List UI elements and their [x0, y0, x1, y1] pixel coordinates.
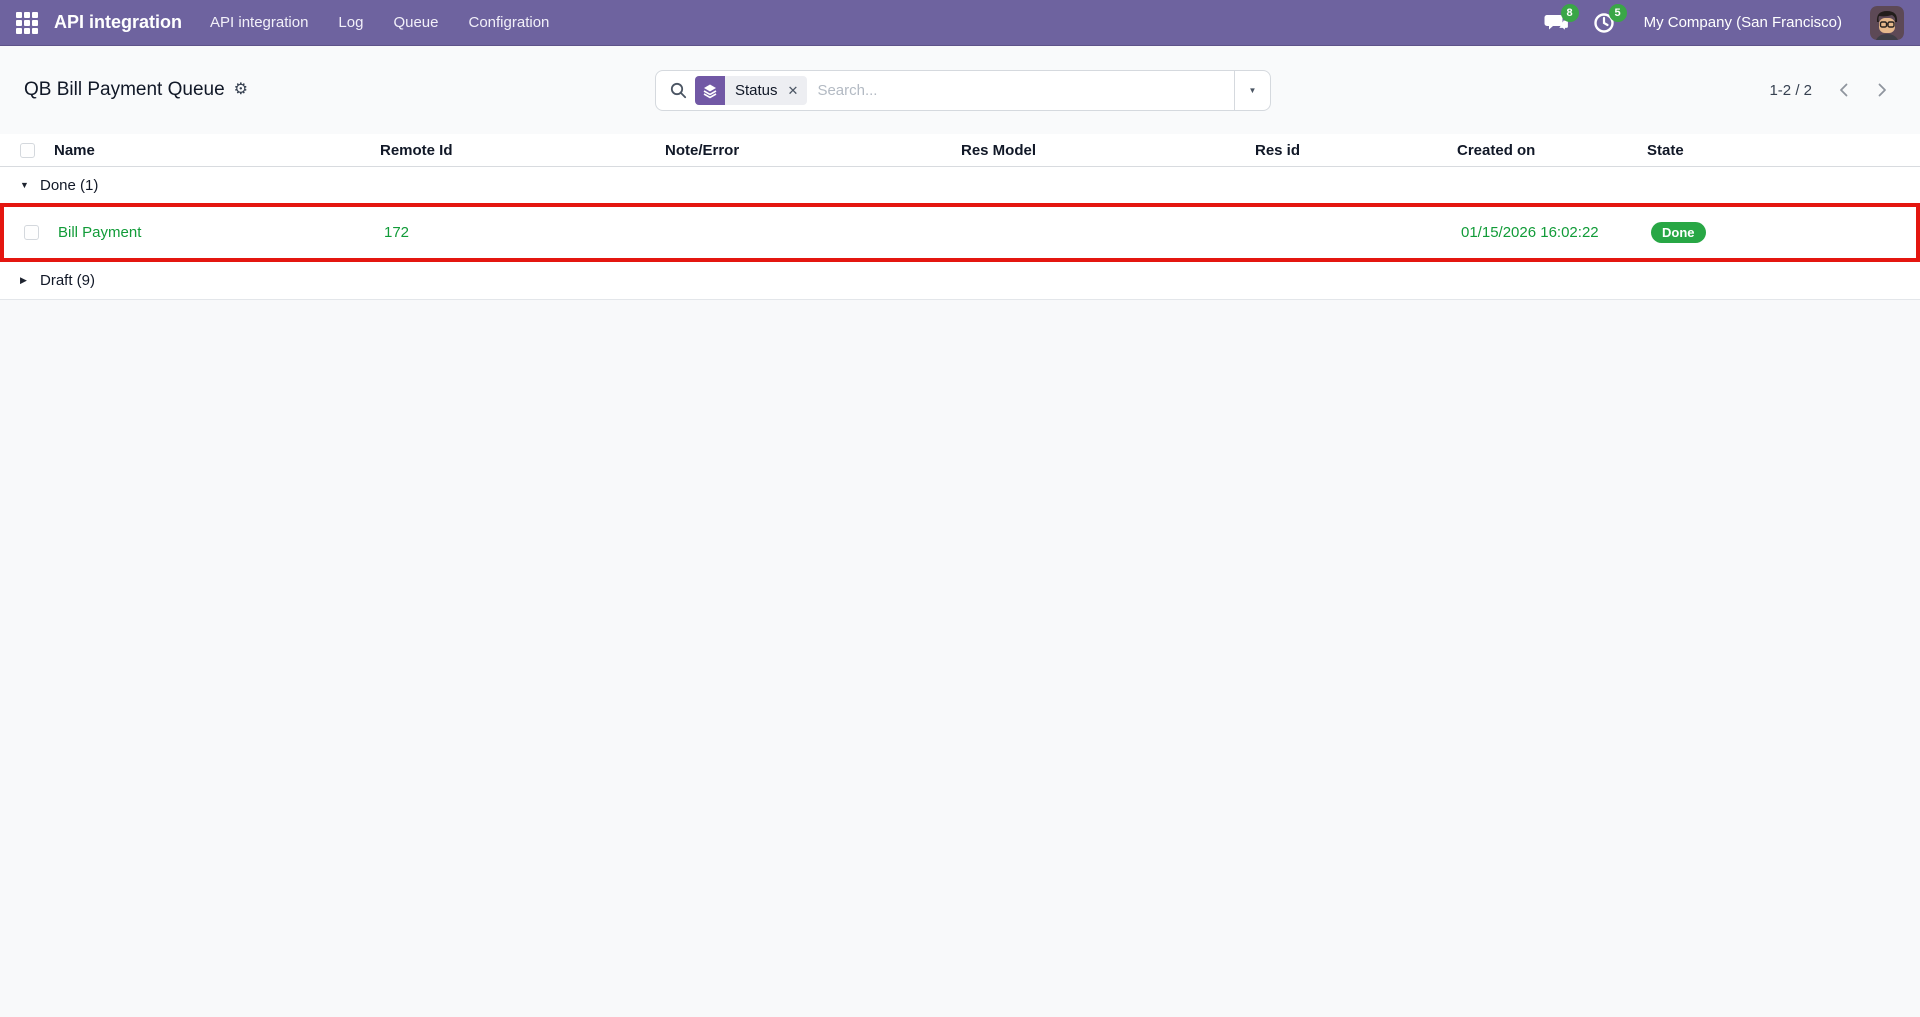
status-badge-done: Done: [1651, 221, 1706, 244]
apps-grid-icon[interactable]: [16, 11, 38, 34]
column-header-state[interactable]: State: [1637, 142, 1920, 159]
caret-down-icon: ▼: [20, 180, 29, 190]
menu-item-configration[interactable]: Configration: [469, 14, 550, 31]
chevron-right-icon: [1878, 83, 1886, 97]
select-all-checkbox[interactable]: [20, 142, 35, 158]
list-header-row: Name Remote Id Note/Error Res Model Res …: [0, 134, 1920, 167]
facet-label[interactable]: Status: [725, 76, 786, 105]
search-icon: [670, 82, 687, 99]
column-header-res-id[interactable]: Res id: [1245, 142, 1447, 159]
group-label-draft: Draft (9): [40, 272, 96, 289]
group-row-done[interactable]: ▼ Done (1): [0, 167, 1920, 203]
column-header-remote-id[interactable]: Remote Id: [370, 142, 655, 159]
company-switcher[interactable]: My Company (San Francisco): [1644, 14, 1842, 31]
search-facet-status: Status ✕: [695, 76, 808, 105]
app-name[interactable]: API integration: [54, 12, 182, 33]
cell-state: Done: [1641, 221, 1916, 244]
column-header-res-model[interactable]: Res Model: [951, 142, 1245, 159]
cell-remote-id: 172: [384, 224, 410, 241]
search-input[interactable]: [817, 82, 1234, 99]
chevron-down-icon: ▼: [1248, 85, 1257, 95]
cell-created-on: 01/15/2026 16:02:22: [1461, 224, 1599, 241]
pager-previous-button[interactable]: [1830, 76, 1858, 104]
facet-remove-icon[interactable]: ✕: [786, 76, 808, 105]
chevron-left-icon: [1840, 83, 1848, 97]
messages-badge: 8: [1560, 3, 1579, 22]
column-header-created-on[interactable]: Created on: [1447, 142, 1637, 159]
navbar-menu: API integration Log Queue Configration: [210, 14, 549, 31]
group-label-done: Done (1): [40, 176, 99, 194]
navbar-right: 8 5 My Company (San Francisco): [1544, 3, 1904, 40]
activities-button[interactable]: 5: [1592, 3, 1627, 35]
search-bar: Status ✕ ▼: [655, 70, 1271, 111]
filter-layers-icon: [695, 76, 725, 105]
search-dropdown-toggle[interactable]: ▼: [1234, 71, 1270, 110]
menu-item-queue[interactable]: Queue: [393, 14, 438, 31]
menu-item-log[interactable]: Log: [338, 14, 363, 31]
page-title: QB Bill Payment Queue: [24, 79, 225, 100]
cell-name: Bill Payment: [58, 224, 142, 241]
pager-value[interactable]: 1-2 / 2: [1769, 82, 1812, 99]
pager: 1-2 / 2: [1769, 46, 1896, 134]
gear-icon[interactable]: ⚙: [234, 82, 248, 98]
group-row-draft[interactable]: ▶ Draft (9): [0, 262, 1920, 300]
user-avatar[interactable]: [1870, 5, 1904, 40]
messages-button[interactable]: 8: [1544, 3, 1579, 35]
column-header-name[interactable]: Name: [44, 142, 370, 159]
caret-right-icon: ▶: [20, 275, 27, 285]
top-navbar: API integration API integration Log Queu…: [0, 0, 1920, 46]
control-panel: QB Bill Payment Queue ⚙ Status ✕ ▼: [0, 46, 1920, 134]
row-checkbox[interactable]: [24, 225, 39, 240]
table-row-bill-payment[interactable]: Bill Payment 172 01/15/2026 16:02:22 Don…: [4, 207, 1916, 258]
activities-badge: 5: [1608, 3, 1627, 22]
column-header-note-error[interactable]: Note/Error: [655, 142, 951, 159]
list-view: Name Remote Id Note/Error Res Model Res …: [0, 134, 1920, 300]
pager-next-button[interactable]: [1868, 76, 1896, 104]
annotation-highlight: Bill Payment 172 01/15/2026 16:02:22 Don…: [0, 203, 1920, 262]
menu-item-api-integration[interactable]: API integration: [210, 14, 308, 31]
